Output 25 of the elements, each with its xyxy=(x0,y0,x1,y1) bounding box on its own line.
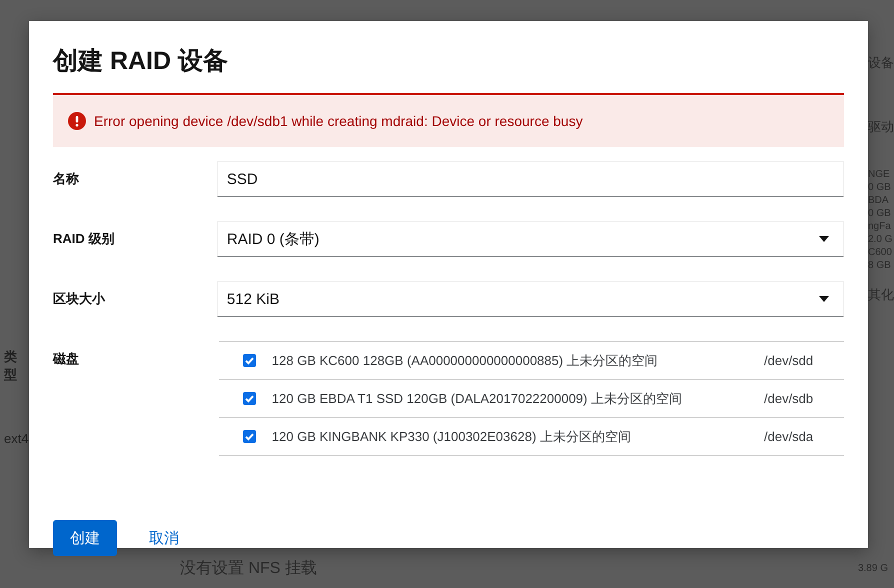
device-path: /dev/sdd xyxy=(764,353,814,368)
disk-description: 128 GB KC600 128GB (AA000000000000000885) 上未分区的空间 xyxy=(272,352,659,370)
field-label: 名称 xyxy=(53,170,80,188)
error-icon xyxy=(68,112,86,130)
field-label: RAID 级别 xyxy=(53,230,116,248)
disk-description: 120 GB KINGBANK KP330 (J100302E03628) 上未分区的空间 xyxy=(272,428,632,446)
device-path: /dev/sdb xyxy=(764,391,814,406)
error-message: Error opening device /dev/sdb1 while creating mdraid: Device or resource busy xyxy=(94,113,583,129)
name-field[interactable]: SSD xyxy=(216,161,844,197)
checkbox[interactable] xyxy=(242,392,256,405)
background-text: 类型 xyxy=(4,348,18,384)
create-button[interactable]: 创建 xyxy=(53,520,117,556)
field-label: 磁盘 xyxy=(53,350,80,368)
field-label: 区块大小 xyxy=(53,290,106,308)
checkbox[interactable] xyxy=(242,430,256,443)
device-path: /dev/sda xyxy=(764,429,814,444)
disk-description: 120 GB EBDA T1 SSD 120GB (DALA2017022200009) 上未分区的空间 xyxy=(272,390,683,408)
caret-icon xyxy=(819,236,829,242)
select-dropdown[interactable]: RAID 0 (条带) xyxy=(216,221,844,257)
background-text: ext4 xyxy=(4,431,29,446)
cancel-link[interactable]: 取消 xyxy=(133,520,195,556)
caret-icon xyxy=(819,296,829,302)
checkbox[interactable] xyxy=(242,354,256,367)
dialog-title: 创建 RAID 设备 xyxy=(53,46,229,77)
select-dropdown[interactable]: 512 KiB xyxy=(216,281,844,317)
